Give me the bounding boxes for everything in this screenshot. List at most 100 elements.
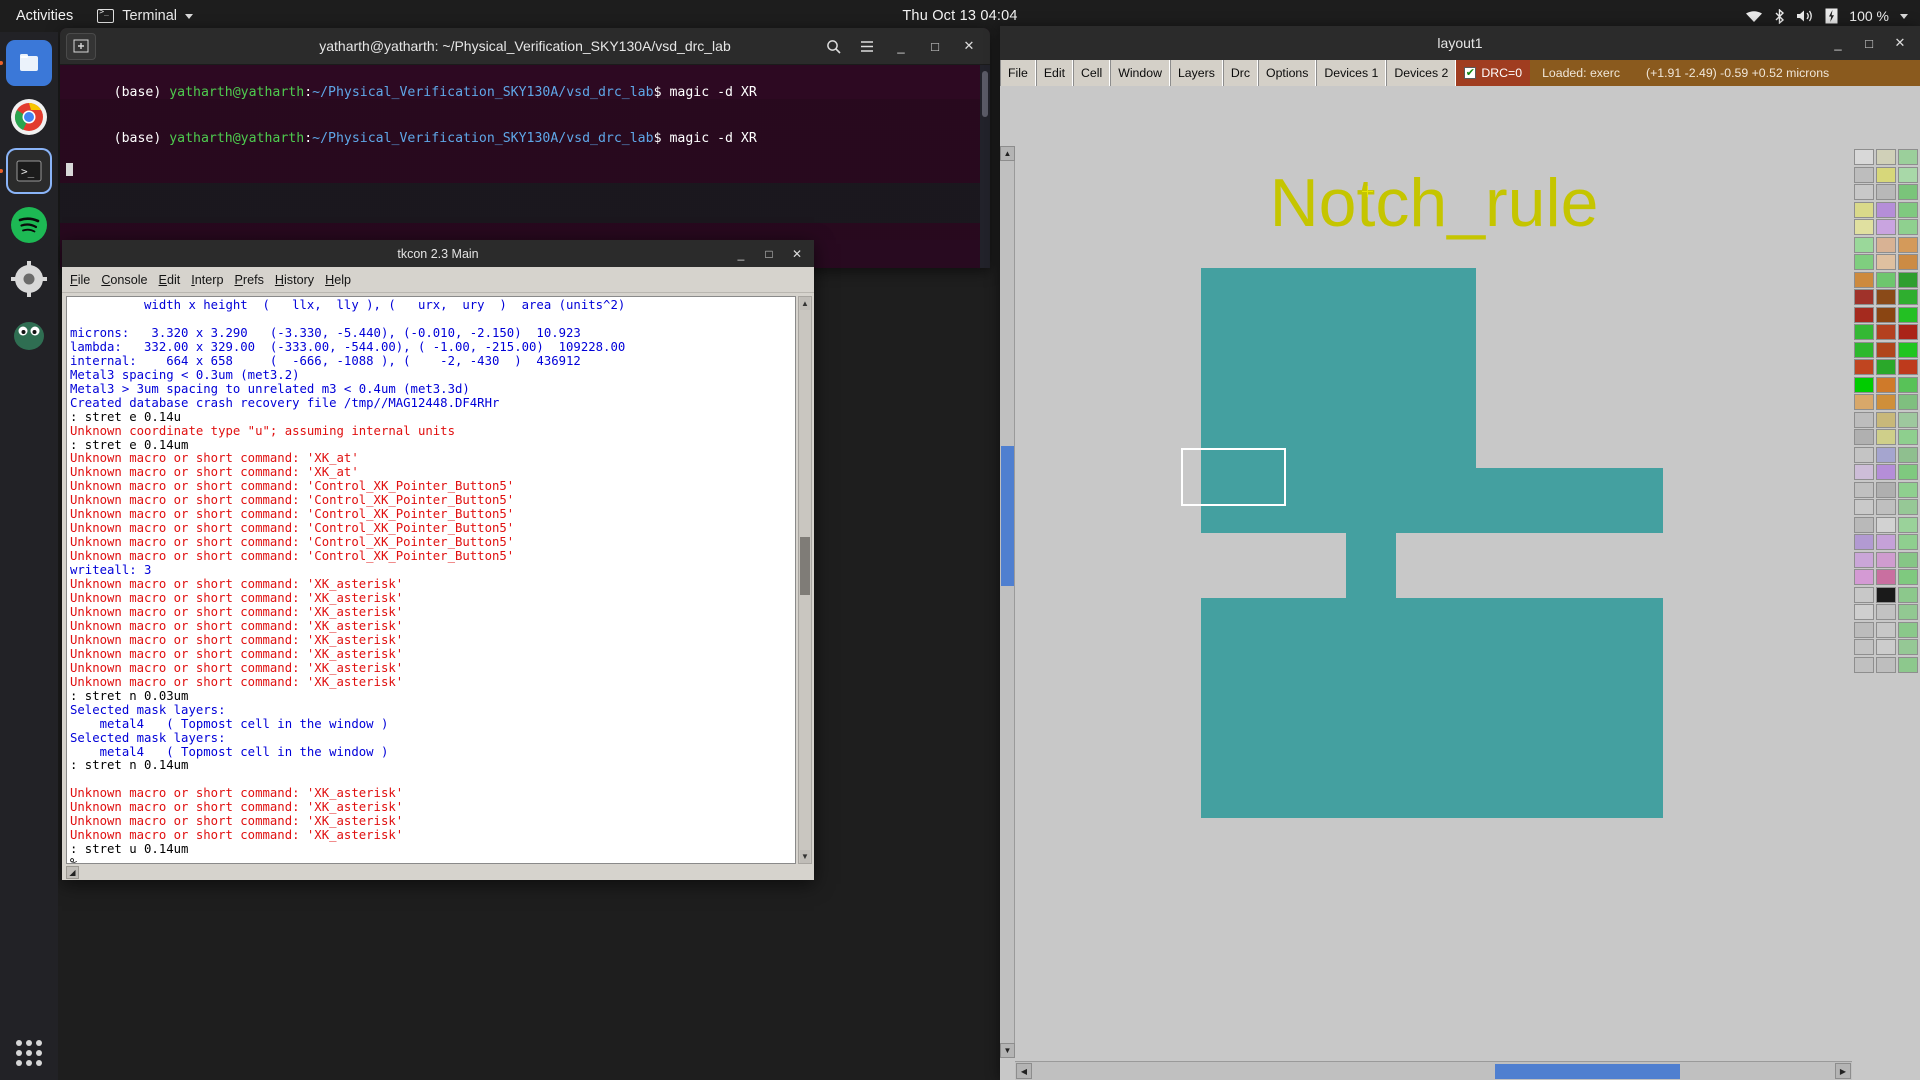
magic-menu-cell[interactable]: Cell [1073, 60, 1111, 86]
palette-swatch[interactable] [1875, 376, 1897, 393]
palette-swatch[interactable] [1854, 166, 1875, 183]
tkcon-menubar[interactable]: File Console Edit Interp Prefs History Help [62, 267, 814, 293]
palette-swatch[interactable] [1897, 534, 1918, 550]
magic-menu-options[interactable]: Options [1258, 60, 1317, 86]
palette-swatch[interactable] [1854, 551, 1875, 568]
palette-swatch[interactable] [1897, 184, 1918, 200]
palette-swatch[interactable] [1875, 639, 1897, 655]
palette-swatch[interactable] [1897, 306, 1918, 323]
maximize-button[interactable]: □ [920, 33, 950, 60]
tkcon-menu-interp[interactable]: Interp [191, 273, 223, 287]
palette-swatch[interactable] [1854, 656, 1875, 673]
palette-swatch[interactable] [1854, 639, 1875, 655]
palette-swatch[interactable] [1875, 394, 1897, 410]
magic-menu-devices-1[interactable]: Devices 1 [1316, 60, 1387, 86]
magic-menu-devices-2[interactable]: Devices 2 [1386, 60, 1457, 86]
palette-swatch[interactable] [1897, 236, 1918, 253]
terminal-window-controls[interactable]: _ □ ✕ [818, 33, 984, 60]
palette-swatch[interactable] [1875, 411, 1897, 428]
narrow-notch-column[interactable] [1346, 533, 1396, 598]
palette-swatch[interactable] [1875, 534, 1897, 550]
palette-swatch[interactable] [1897, 446, 1918, 463]
palette-swatch[interactable] [1897, 289, 1918, 305]
minimize-button[interactable]: _ [886, 33, 916, 60]
palette-swatch[interactable] [1875, 656, 1897, 673]
palette-swatch[interactable] [1897, 481, 1918, 498]
palette-swatch[interactable] [1854, 569, 1875, 585]
tkcon-menu-help[interactable]: Help [325, 273, 351, 287]
palette-swatch[interactable] [1854, 446, 1875, 463]
palette-swatch[interactable] [1875, 219, 1897, 235]
canvas-vertical-scrollbar[interactable]: ▲ ▼ [1000, 146, 1015, 1058]
palette-swatch[interactable] [1897, 464, 1918, 480]
palette-swatch[interactable] [1854, 604, 1875, 620]
palette-swatch[interactable] [1854, 359, 1875, 375]
palette-swatch[interactable] [1854, 429, 1875, 445]
palette-swatch[interactable] [1854, 271, 1875, 288]
tkcon-menu-console[interactable]: Console [101, 273, 147, 287]
terminal-body[interactable]: Day 1 - Introduction to SkyWater SKY130 … [60, 65, 990, 268]
palette-swatch[interactable] [1897, 411, 1918, 428]
palette-swatch[interactable] [1854, 289, 1875, 305]
palette-swatch[interactable] [1854, 324, 1875, 340]
dock-item-chrome[interactable] [6, 94, 52, 140]
palette-swatch[interactable] [1875, 516, 1897, 533]
palette-swatch[interactable] [1875, 586, 1897, 603]
palette-swatch[interactable] [1854, 219, 1875, 235]
terminal-titlebar[interactable]: yatharth@yatharth: ~/Physical_Verificati… [60, 28, 990, 65]
palette-swatch[interactable] [1897, 324, 1918, 340]
magic-titlebar[interactable]: layout1 _ □ ✕ [1000, 26, 1920, 60]
tkcon-titlebar[interactable]: tkcon 2.3 Main _ □ ✕ [62, 240, 814, 267]
tkcon-menu-file[interactable]: File [70, 273, 90, 287]
palette-swatch[interactable] [1875, 324, 1897, 340]
palette-swatch[interactable] [1897, 166, 1918, 183]
magic-menu-drc[interactable]: Drc [1222, 60, 1259, 86]
dock-item-settings[interactable] [6, 256, 52, 302]
dock-item-spotify[interactable] [6, 202, 52, 248]
dock-item-gimp[interactable] [6, 310, 52, 356]
magic-menu-file[interactable]: File [1000, 60, 1036, 86]
magic-menu-layers[interactable]: Layers [1169, 60, 1223, 86]
palette-swatch[interactable] [1875, 464, 1897, 480]
palette-swatch[interactable] [1875, 569, 1897, 585]
palette-swatch[interactable] [1875, 551, 1897, 568]
lower-metal-block[interactable] [1201, 598, 1663, 818]
scroll-up-arrow[interactable]: ▲ [1000, 146, 1015, 161]
palette-swatch[interactable] [1897, 639, 1918, 655]
magic-toolbar[interactable]: File Edit Cell Window Layers Drc Options Device… [1000, 60, 1920, 86]
drc-checkbox[interactable]: ✔ [1464, 67, 1477, 79]
palette-swatch[interactable] [1875, 499, 1897, 515]
palette-swatch[interactable] [1897, 586, 1918, 603]
palette-swatch[interactable] [1875, 149, 1897, 165]
palette-swatch[interactable] [1875, 446, 1897, 463]
palette-swatch[interactable] [1875, 604, 1897, 620]
palette-swatch[interactable] [1875, 429, 1897, 445]
new-tab-button[interactable] [66, 32, 96, 60]
palette-swatch[interactable] [1897, 516, 1918, 533]
dock-item-terminal[interactable]: >_ [0, 148, 52, 194]
palette-swatch[interactable] [1897, 254, 1918, 270]
close-button[interactable]: ✕ [954, 33, 984, 60]
palette-swatch[interactable] [1854, 254, 1875, 270]
hscroll-thumb[interactable] [1495, 1064, 1680, 1079]
palette-swatch[interactable] [1897, 604, 1918, 620]
scroll-up-arrow[interactable]: ▲ [800, 297, 810, 310]
palette-swatch[interactable] [1875, 166, 1897, 183]
close-button[interactable]: ✕ [784, 243, 810, 265]
palette-swatch[interactable] [1897, 149, 1918, 165]
palette-swatch[interactable] [1897, 621, 1918, 638]
drc-status-badge[interactable]: ✔ DRC=0 [1456, 60, 1531, 86]
palette-swatch[interactable] [1854, 411, 1875, 428]
chevron-down-icon[interactable] [1900, 13, 1908, 19]
palette-swatch[interactable] [1897, 429, 1918, 445]
magic-menu-window[interactable]: Window [1110, 60, 1170, 86]
palette-swatch[interactable] [1875, 306, 1897, 323]
magic-menu-edit[interactable]: Edit [1035, 60, 1074, 86]
palette-swatch[interactable] [1854, 341, 1875, 358]
scroll-thumb[interactable] [800, 537, 810, 595]
palette-swatch[interactable] [1854, 499, 1875, 515]
palette-swatch[interactable] [1854, 236, 1875, 253]
tkcon-menu-history[interactable]: History [275, 273, 314, 287]
palette-swatch[interactable] [1875, 359, 1897, 375]
minimize-button[interactable]: _ [1824, 31, 1852, 55]
